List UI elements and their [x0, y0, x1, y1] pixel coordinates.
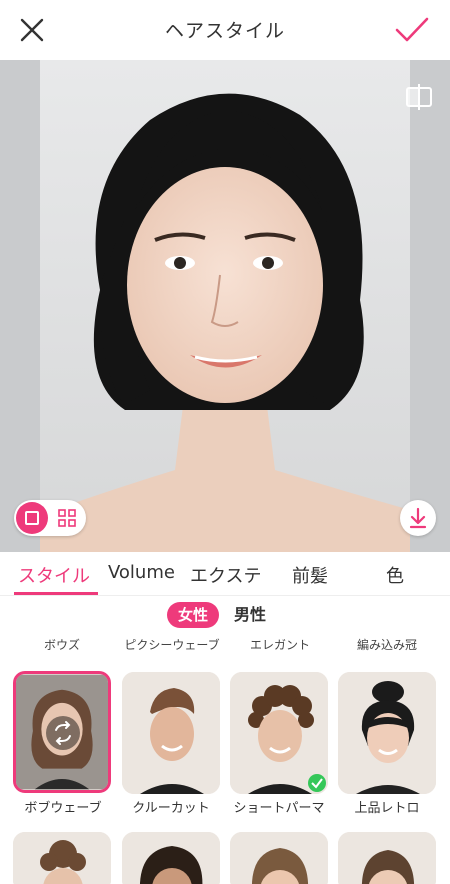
gender-female-button[interactable]: 女性	[167, 602, 219, 628]
style-tile-elegant-retro[interactable]	[338, 672, 436, 794]
category-label[interactable]: エレガント	[250, 636, 310, 653]
style-label: クルーカット	[132, 801, 210, 816]
style-tile[interactable]	[122, 832, 220, 884]
style-tile[interactable]	[230, 832, 328, 884]
style-thumbnail	[338, 672, 436, 794]
style-thumbnail	[338, 832, 436, 884]
tab-extension[interactable]: エクステ	[190, 562, 261, 588]
checkmark-icon[interactable]	[394, 14, 430, 46]
active-tab-indicator	[14, 592, 98, 595]
photo-preview	[0, 60, 450, 552]
tab-bangs[interactable]: 前髪	[292, 562, 328, 588]
style-tile[interactable]	[13, 832, 111, 884]
style-tile-short-perm[interactable]	[230, 672, 328, 794]
style-thumbnail	[230, 832, 328, 884]
page-title: ヘアスタイル	[164, 20, 285, 42]
download-icon	[409, 507, 427, 529]
style-tile[interactable]	[338, 832, 436, 884]
portrait-photo	[40, 60, 410, 552]
category-label[interactable]: ボウズ	[44, 636, 80, 653]
style-tile-crew-cut[interactable]	[122, 672, 220, 794]
swap-icon[interactable]	[46, 716, 80, 750]
category-row: ボウズ ピクシーウェーブ エレガント 編み込み冠	[0, 636, 450, 654]
tab-style[interactable]: スタイル	[18, 562, 90, 588]
style-thumbnail	[122, 832, 220, 884]
download-button[interactable]	[400, 500, 436, 536]
style-tile-bob-wave[interactable]	[13, 671, 111, 793]
compare-icon[interactable]	[404, 82, 434, 112]
style-label: ショートパーマ	[233, 801, 325, 816]
tab-color[interactable]: 色	[386, 562, 404, 588]
gender-switch: 女性 男性	[0, 602, 450, 628]
category-label[interactable]: 編み込み冠	[357, 636, 417, 653]
style-thumbnail	[122, 672, 220, 794]
grid-view-icon[interactable]	[58, 509, 76, 527]
style-label: 上品レトロ	[354, 801, 420, 816]
view-toggle[interactable]	[14, 500, 86, 536]
style-label: ボブウェーブ	[24, 801, 102, 816]
single-view-icon[interactable]	[16, 502, 48, 534]
check-badge-icon	[308, 774, 326, 792]
style-thumbnail	[13, 832, 111, 884]
category-label[interactable]: ピクシーウェーブ	[124, 636, 219, 653]
tab-volume[interactable]: Volume	[108, 562, 175, 583]
tab-bar: スタイル Volume エクステ 前髪 色	[0, 552, 450, 596]
gender-male-button[interactable]: 男性	[234, 602, 266, 628]
top-bar: ヘアスタイル	[0, 0, 450, 60]
